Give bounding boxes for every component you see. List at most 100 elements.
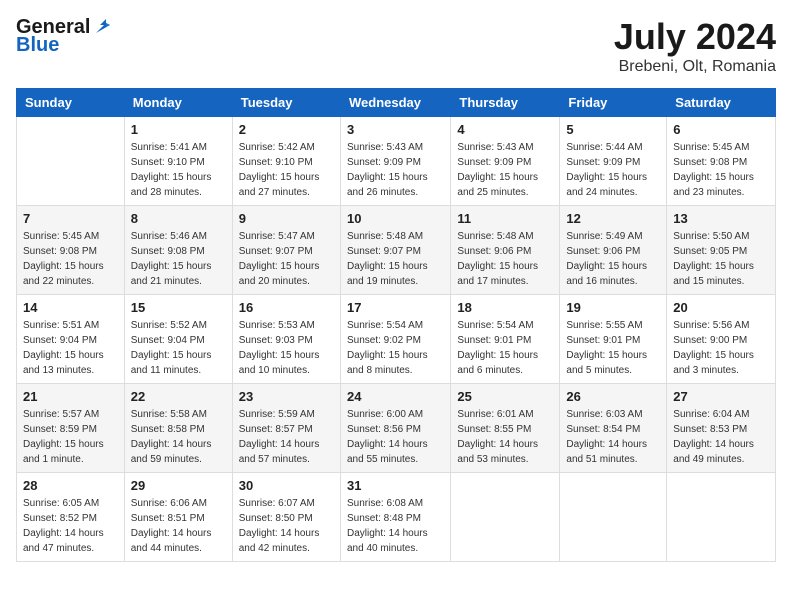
day-number: 7	[23, 211, 118, 226]
day-info: Sunrise: 5:45 AMSunset: 9:08 PMDaylight:…	[673, 140, 769, 200]
calendar-cell: 14 Sunrise: 5:51 AMSunset: 9:04 PMDayligh…	[17, 295, 125, 384]
day-info: Sunrise: 6:00 AMSunset: 8:56 PMDaylight:…	[347, 407, 444, 467]
calendar-cell: 6 Sunrise: 5:45 AMSunset: 9:08 PMDaylight…	[667, 117, 776, 206]
calendar-cell: 1 Sunrise: 5:41 AMSunset: 9:10 PMDaylight…	[124, 117, 232, 206]
day-info: Sunrise: 5:55 AMSunset: 9:01 PMDaylight:…	[566, 318, 660, 378]
day-number: 25	[457, 389, 553, 404]
day-number: 15	[131, 300, 226, 315]
day-number: 4	[457, 122, 553, 137]
calendar-cell	[560, 473, 667, 562]
calendar-cell: 16 Sunrise: 5:53 AMSunset: 9:03 PMDayligh…	[232, 295, 340, 384]
day-info: Sunrise: 5:52 AMSunset: 9:04 PMDaylight:…	[131, 318, 226, 378]
day-number: 26	[566, 389, 660, 404]
day-number: 28	[23, 478, 118, 493]
calendar-cell: 19 Sunrise: 5:55 AMSunset: 9:01 PMDayligh…	[560, 295, 667, 384]
calendar-cell: 18 Sunrise: 5:54 AMSunset: 9:01 PMDayligh…	[451, 295, 560, 384]
calendar-cell: 9 Sunrise: 5:47 AMSunset: 9:07 PMDaylight…	[232, 206, 340, 295]
day-info: Sunrise: 5:48 AMSunset: 9:06 PMDaylight:…	[457, 229, 553, 289]
month-year: July 2024	[614, 16, 776, 58]
day-info: Sunrise: 5:47 AMSunset: 9:07 PMDaylight:…	[239, 229, 334, 289]
day-number: 19	[566, 300, 660, 315]
day-info: Sunrise: 5:54 AMSunset: 9:01 PMDaylight:…	[457, 318, 553, 378]
calendar-cell: 21 Sunrise: 5:57 AMSunset: 8:59 PMDayligh…	[17, 384, 125, 473]
calendar-cell: 12 Sunrise: 5:49 AMSunset: 9:06 PMDayligh…	[560, 206, 667, 295]
calendar-cell: 31 Sunrise: 6:08 AMSunset: 8:48 PMDayligh…	[340, 473, 450, 562]
day-number: 3	[347, 122, 444, 137]
day-number: 8	[131, 211, 226, 226]
day-number: 17	[347, 300, 444, 315]
calendar-cell: 23 Sunrise: 5:59 AMSunset: 8:57 PMDayligh…	[232, 384, 340, 473]
weekday-header: Sunday	[17, 89, 125, 117]
location: Brebeni, Olt, Romania	[614, 58, 776, 76]
day-info: Sunrise: 5:48 AMSunset: 9:07 PMDaylight:…	[347, 229, 444, 289]
weekday-header: Tuesday	[232, 89, 340, 117]
calendar-cell: 26 Sunrise: 6:03 AMSunset: 8:54 PMDayligh…	[560, 384, 667, 473]
calendar-table: SundayMondayTuesdayWednesdayThursdayFrid…	[16, 88, 776, 562]
day-number: 12	[566, 211, 660, 226]
day-info: Sunrise: 5:57 AMSunset: 8:59 PMDaylight:…	[23, 407, 118, 467]
day-info: Sunrise: 5:41 AMSunset: 9:10 PMDaylight:…	[131, 140, 226, 200]
day-number: 6	[673, 122, 769, 137]
weekday-header: Wednesday	[340, 89, 450, 117]
calendar-cell: 13Sunrise: 5:50 AMSunset: 9:05 PMDayligh…	[667, 206, 776, 295]
day-number: 5	[566, 122, 660, 137]
day-number: 29	[131, 478, 226, 493]
calendar-cell: 8 Sunrise: 5:46 AMSunset: 9:08 PMDaylight…	[124, 206, 232, 295]
weekday-header: Saturday	[667, 89, 776, 117]
day-number: 2	[239, 122, 334, 137]
day-info: Sunrise: 6:05 AMSunset: 8:52 PMDaylight:…	[23, 496, 118, 556]
day-info: Sunrise: 6:07 AMSunset: 8:50 PMDaylight:…	[239, 496, 334, 556]
calendar-cell: 5 Sunrise: 5:44 AMSunset: 9:09 PMDaylight…	[560, 117, 667, 206]
title-block: July 2024 Brebeni, Olt, Romania	[614, 16, 776, 76]
logo-icon	[92, 15, 114, 37]
calendar-cell: 22 Sunrise: 5:58 AMSunset: 8:58 PMDayligh…	[124, 384, 232, 473]
day-info: Sunrise: 5:59 AMSunset: 8:57 PMDaylight:…	[239, 407, 334, 467]
day-number: 9	[239, 211, 334, 226]
day-number: 11	[457, 211, 553, 226]
day-number: 14	[23, 300, 118, 315]
day-number: 18	[457, 300, 553, 315]
logo: General Blue	[16, 16, 114, 57]
calendar-cell: 17Sunrise: 5:54 AMSunset: 9:02 PMDayligh…	[340, 295, 450, 384]
day-number: 31	[347, 478, 444, 493]
calendar-week-row: 21 Sunrise: 5:57 AMSunset: 8:59 PMDayligh…	[17, 384, 776, 473]
day-info: Sunrise: 6:08 AMSunset: 8:48 PMDaylight:…	[347, 496, 444, 556]
calendar-header-row: SundayMondayTuesdayWednesdayThursdayFrid…	[17, 89, 776, 117]
weekday-header: Friday	[560, 89, 667, 117]
calendar-week-row: 28 Sunrise: 6:05 AMSunset: 8:52 PMDayligh…	[17, 473, 776, 562]
calendar-cell: 15 Sunrise: 5:52 AMSunset: 9:04 PMDayligh…	[124, 295, 232, 384]
calendar-week-row: 14 Sunrise: 5:51 AMSunset: 9:04 PMDayligh…	[17, 295, 776, 384]
day-number: 1	[131, 122, 226, 137]
day-info: Sunrise: 5:45 AMSunset: 9:08 PMDaylight:…	[23, 229, 118, 289]
day-number: 23	[239, 389, 334, 404]
day-info: Sunrise: 5:56 AMSunset: 9:00 PMDaylight:…	[673, 318, 769, 378]
day-info: Sunrise: 5:58 AMSunset: 8:58 PMDaylight:…	[131, 407, 226, 467]
day-number: 30	[239, 478, 334, 493]
calendar-week-row: 1 Sunrise: 5:41 AMSunset: 9:10 PMDaylight…	[17, 117, 776, 206]
day-info: Sunrise: 6:04 AMSunset: 8:53 PMDaylight:…	[673, 407, 769, 467]
day-info: Sunrise: 5:49 AMSunset: 9:06 PMDaylight:…	[566, 229, 660, 289]
calendar-week-row: 7 Sunrise: 5:45 AMSunset: 9:08 PMDaylight…	[17, 206, 776, 295]
calendar-cell: 7 Sunrise: 5:45 AMSunset: 9:08 PMDaylight…	[17, 206, 125, 295]
calendar-cell: 2 Sunrise: 5:42 AMSunset: 9:10 PMDaylight…	[232, 117, 340, 206]
calendar-cell	[451, 473, 560, 562]
day-info: Sunrise: 5:43 AMSunset: 9:09 PMDaylight:…	[347, 140, 444, 200]
page-header: General Blue July 2024 Brebeni, Olt, Rom…	[16, 16, 776, 76]
calendar-cell: 27Sunrise: 6:04 AMSunset: 8:53 PMDayligh…	[667, 384, 776, 473]
day-info: Sunrise: 5:44 AMSunset: 9:09 PMDaylight:…	[566, 140, 660, 200]
day-info: Sunrise: 5:53 AMSunset: 9:03 PMDaylight:…	[239, 318, 334, 378]
day-number: 13	[673, 211, 769, 226]
day-info: Sunrise: 5:51 AMSunset: 9:04 PMDaylight:…	[23, 318, 118, 378]
day-info: Sunrise: 6:03 AMSunset: 8:54 PMDaylight:…	[566, 407, 660, 467]
day-number: 21	[23, 389, 118, 404]
day-info: Sunrise: 5:46 AMSunset: 9:08 PMDaylight:…	[131, 229, 226, 289]
day-number: 22	[131, 389, 226, 404]
day-number: 20	[673, 300, 769, 315]
day-info: Sunrise: 5:42 AMSunset: 9:10 PMDaylight:…	[239, 140, 334, 200]
calendar-cell: 28 Sunrise: 6:05 AMSunset: 8:52 PMDayligh…	[17, 473, 125, 562]
calendar-cell: 29Sunrise: 6:06 AMSunset: 8:51 PMDayligh…	[124, 473, 232, 562]
calendar-cell	[667, 473, 776, 562]
weekday-header: Monday	[124, 89, 232, 117]
day-number: 16	[239, 300, 334, 315]
calendar-cell: 24Sunrise: 6:00 AMSunset: 8:56 PMDayligh…	[340, 384, 450, 473]
